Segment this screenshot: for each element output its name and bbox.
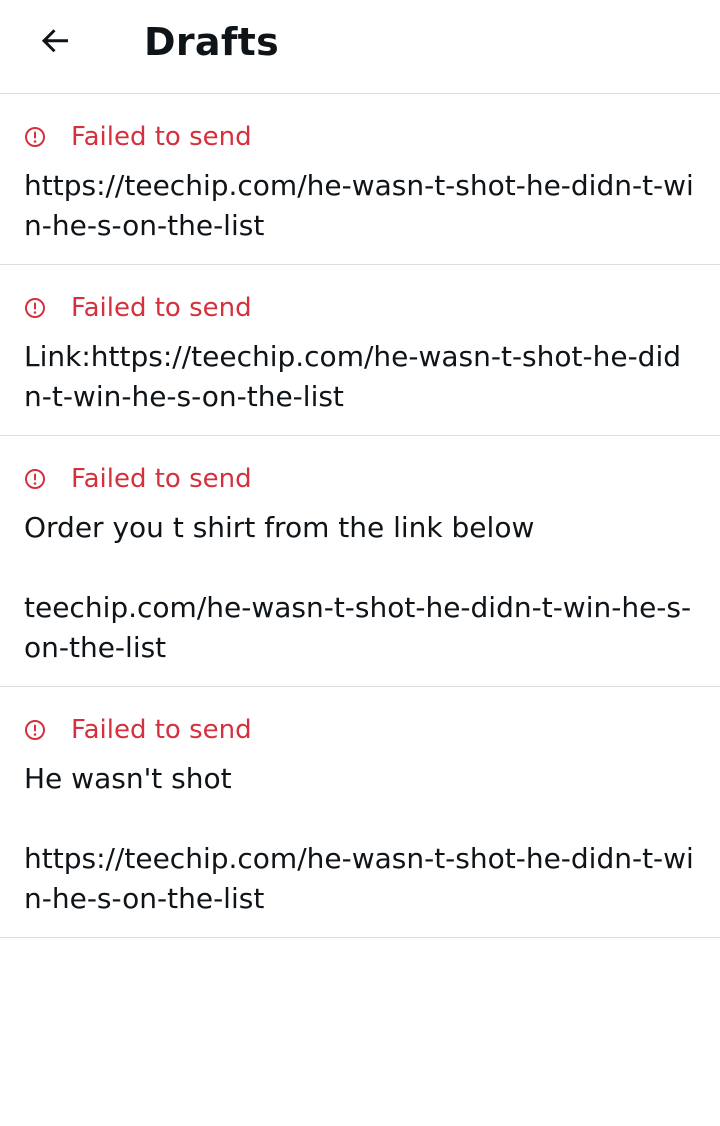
alert-circle-icon bbox=[24, 126, 46, 148]
draft-status-row: Failed to send bbox=[24, 456, 696, 502]
drafts-list: Failed to send https://teechip.com/he-wa… bbox=[0, 94, 720, 938]
top-app-bar: Drafts bbox=[0, 0, 720, 94]
alert-circle-icon bbox=[24, 719, 46, 741]
draft-status-text: Failed to send bbox=[71, 715, 252, 745]
draft-item[interactable]: Failed to send https://teechip.com/he-wa… bbox=[0, 94, 720, 265]
draft-item[interactable]: Failed to send Link:https://teechip.com/… bbox=[0, 265, 720, 436]
draft-item[interactable]: Failed to send Order you t shirt from th… bbox=[0, 436, 720, 687]
draft-status-text: Failed to send bbox=[71, 464, 252, 494]
draft-item[interactable]: Failed to send He wasn't shot https://te… bbox=[0, 687, 720, 938]
draft-text: Link:https://teechip.com/he-wasn-t-shot-… bbox=[24, 340, 682, 413]
draft-status-row: Failed to send bbox=[24, 114, 696, 160]
draft-status-row: Failed to send bbox=[24, 707, 696, 753]
back-button[interactable] bbox=[34, 18, 78, 62]
draft-status-row: Failed to send bbox=[24, 285, 696, 331]
draft-text: Order you t shirt from the link below te… bbox=[24, 511, 692, 664]
draft-text: He wasn't shot https://teechip.com/he-wa… bbox=[24, 762, 694, 915]
draft-status-text: Failed to send bbox=[71, 293, 252, 323]
draft-text: https://teechip.com/he-wasn-t-shot-he-di… bbox=[24, 169, 694, 242]
page-title: Drafts bbox=[144, 20, 280, 64]
arrow-left-icon bbox=[41, 29, 68, 53]
alert-circle-icon bbox=[24, 468, 46, 490]
alert-circle-icon bbox=[24, 297, 46, 319]
draft-status-text: Failed to send bbox=[71, 122, 252, 152]
